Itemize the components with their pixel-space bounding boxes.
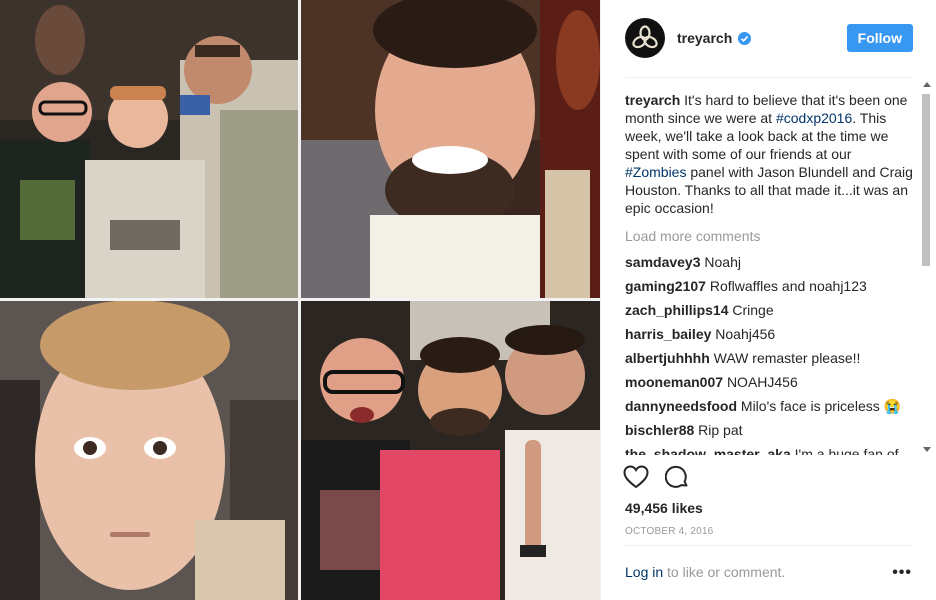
comment-text: Milo's face is priceless 😭 — [740, 398, 902, 414]
footer-divider — [625, 545, 913, 546]
photo-tile-smiling-man — [300, 0, 600, 300]
comment-item: dannyneedsfood Milo's face is priceless … — [625, 397, 913, 415]
header-divider — [625, 77, 913, 78]
comments-scrollbar[interactable] — [920, 78, 933, 456]
comment-username[interactable]: bischler88 — [625, 422, 694, 438]
comment-username[interactable]: gaming2107 — [625, 278, 706, 294]
login-prompt-text: to like or comment. — [663, 564, 786, 580]
caption-username[interactable]: treyarch — [625, 92, 680, 108]
comment-username[interactable]: albertjuhhhh — [625, 350, 710, 366]
hashtag-link[interactable]: #Zombies — [625, 164, 686, 180]
comment-username[interactable]: samdavey3 — [625, 254, 701, 270]
post-caption: treyarch It's hard to believe that it's … — [625, 91, 913, 217]
comment-text: WAW remaster please!! — [713, 350, 861, 366]
comment-text: Noahj456 — [715, 326, 776, 342]
comment-item: gaming2107 Roflwaffles and noahj123 — [625, 277, 913, 295]
comment-username[interactable]: dannyneedsfood — [625, 398, 737, 414]
collage-divider — [0, 298, 600, 301]
treyarch-logo-icon — [632, 25, 658, 49]
comment-text: Cringe — [732, 302, 774, 318]
login-link[interactable]: Log in — [625, 564, 663, 580]
scroll-down-arrow-icon[interactable] — [923, 447, 931, 452]
more-options-icon[interactable]: ••• — [892, 564, 912, 582]
comment-username[interactable]: zach_phillips14 — [625, 302, 728, 318]
post-date: OCTOBER 4, 2016 — [625, 526, 714, 537]
load-more-comments-link[interactable]: Load more comments — [625, 227, 913, 245]
heart-icon[interactable] — [623, 464, 649, 494]
comment-item: the_shadow_master_aka I'm a huge fan of — [625, 445, 913, 455]
comment-item: harris_bailey Noahj456 — [625, 325, 913, 343]
follow-button[interactable]: Follow — [846, 24, 913, 52]
comment-text: I'm a huge fan of — [794, 446, 899, 455]
photo-tile-group-selfie — [0, 0, 300, 300]
comment-icon[interactable] — [664, 465, 689, 494]
comment-item: bischler88 Rip pat — [625, 421, 913, 439]
comment-username[interactable]: mooneman007 — [625, 374, 723, 390]
comment-item: mooneman007 NOAHJ456 — [625, 373, 913, 391]
post-sidebar: treyarch Follow treyarch It's hard to be… — [600, 0, 936, 600]
comment-text: Roflwaffles and noahj123 — [709, 278, 867, 294]
comment-text: Rip pat — [698, 422, 743, 438]
comment-text: Noahj — [704, 254, 741, 270]
verified-badge-icon — [738, 31, 752, 45]
treyarch-logo[interactable] — [625, 18, 665, 58]
post-photo-collage[interactable] — [0, 0, 600, 600]
scroll-up-arrow-icon[interactable] — [923, 82, 931, 87]
post-header: treyarch Follow — [625, 18, 913, 58]
likes-count[interactable]: 49,456 likes — [625, 500, 703, 516]
comment-text: NOAHJ456 — [726, 374, 798, 390]
post-author-username[interactable]: treyarch — [677, 30, 732, 46]
photo-tile-closeup-man — [0, 300, 300, 600]
comments-list[interactable]: treyarch It's hard to believe that it's … — [625, 91, 913, 455]
comment-item: zach_phillips14 Cringe — [625, 301, 913, 319]
comment-item: albertjuhhhh WAW remaster please!! — [625, 349, 913, 367]
scrollbar-thumb[interactable] — [922, 94, 930, 266]
comment-item: samdavey3 Noahj — [625, 253, 913, 271]
hashtag-link[interactable]: #codxp2016 — [776, 110, 852, 126]
post-actions — [623, 464, 705, 494]
comment-username[interactable]: the_shadow_master_aka — [625, 446, 791, 455]
login-prompt: Log in to like or comment. — [625, 564, 913, 580]
photo-tile-three-men — [300, 300, 600, 600]
comment-username[interactable]: harris_bailey — [625, 326, 711, 342]
